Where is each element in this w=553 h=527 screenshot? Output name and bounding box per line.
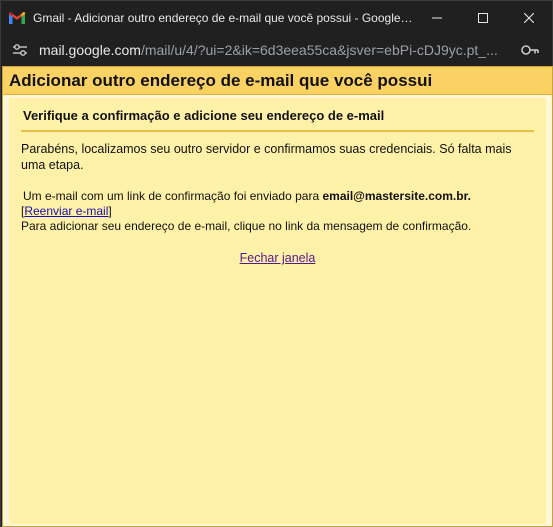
sent-line: Um e-mail com um link de confirmação foi… bbox=[21, 189, 534, 204]
dialog-content: Adicionar outro endereço de e-mail que v… bbox=[2, 66, 553, 527]
key-icon[interactable] bbox=[520, 41, 540, 59]
minimize-button[interactable] bbox=[414, 1, 460, 34]
maximize-icon bbox=[478, 12, 488, 23]
sent-text: Um e-mail com um link de confirmação foi… bbox=[23, 189, 323, 203]
email-address: email@mastersite.com.br. bbox=[322, 189, 471, 203]
url-text[interactable]: mail.google.com/mail/u/4/?ui=2&ik=6d3eea… bbox=[39, 42, 499, 58]
popup-window: Gmail - Adicionar outro endereço de e-ma… bbox=[0, 0, 553, 527]
gmail-icon bbox=[9, 11, 25, 24]
close-button[interactable] bbox=[506, 1, 552, 34]
resend-line: [Reenviar e-mail] bbox=[21, 204, 534, 219]
window-controls bbox=[414, 1, 552, 34]
maximize-button[interactable] bbox=[460, 1, 506, 34]
page-title: Adicionar outro endereço de e-mail que v… bbox=[9, 70, 433, 90]
congrats-text: Parabéns, localizamos seu outro servidor… bbox=[21, 142, 512, 172]
url-host: mail.google.com bbox=[39, 42, 141, 58]
section-heading: Verifique a confirmação e adicione seu e… bbox=[21, 98, 534, 132]
minimize-icon bbox=[432, 17, 442, 18]
resend-email-link[interactable]: Reenviar e-mail bbox=[24, 204, 108, 218]
dialog-header: Adicionar outro endereço de e-mail que v… bbox=[3, 67, 552, 95]
address-bar[interactable]: mail.google.com/mail/u/4/?ui=2&ik=6d3eea… bbox=[1, 34, 552, 66]
url-path: /mail/u/4/?ui=2&ik=6d3eea55ca&jsver=ebPi… bbox=[140, 42, 498, 58]
instructions-text: Para adicionar seu endereço de e-mail, c… bbox=[21, 219, 472, 233]
bracket-close: ] bbox=[108, 204, 112, 218]
close-icon bbox=[524, 12, 534, 23]
confirmation-message: Um e-mail com um link de confirmação foi… bbox=[21, 189, 534, 234]
dialog-panel: Verifique a confirmação e adicione seu e… bbox=[9, 98, 546, 524]
title-bar[interactable]: Gmail - Adicionar outro endereço de e-ma… bbox=[1, 1, 552, 34]
window-title: Gmail - Adicionar outro endereço de e-ma… bbox=[33, 10, 413, 25]
close-row: Fechar janela bbox=[21, 251, 534, 265]
tune-icon[interactable] bbox=[11, 41, 29, 59]
close-window-link[interactable]: Fechar janela bbox=[240, 251, 316, 265]
